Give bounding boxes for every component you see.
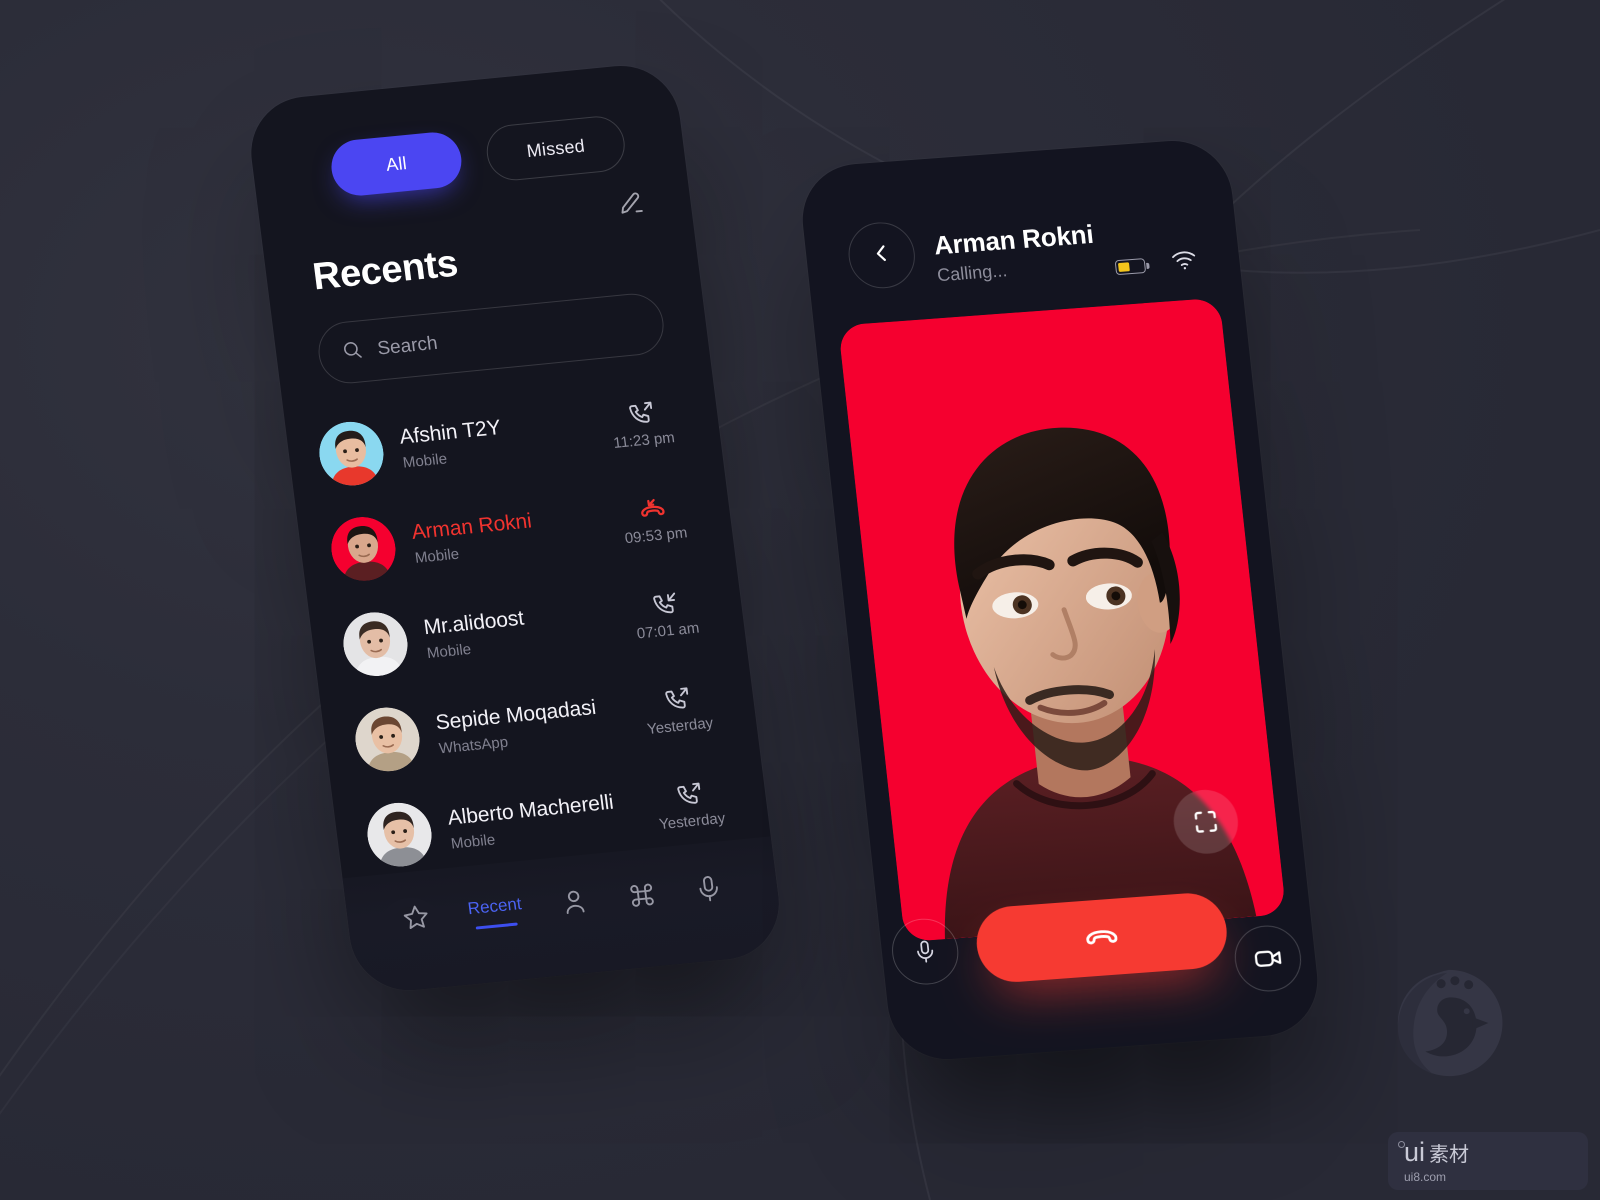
video-camera-button[interactable] <box>1231 923 1305 994</box>
hangup-phone-icon <box>1079 914 1124 962</box>
avatar <box>316 419 388 489</box>
call-direction-icon <box>597 491 708 527</box>
mic-icon <box>692 872 726 910</box>
person-icon <box>557 885 591 923</box>
peacock-logo <box>1390 964 1508 1082</box>
mic-mute-button[interactable] <box>888 916 962 987</box>
badge-dot-icon <box>1398 1141 1405 1148</box>
filter-tab-missed-label: Missed <box>525 135 586 161</box>
tab-voicemail[interactable] <box>692 872 726 910</box>
pencil-edit-icon[interactable] <box>615 189 646 220</box>
star-icon <box>399 901 433 939</box>
call-item-meta: 07:01 am <box>609 587 723 645</box>
call-item-info: Alberto Macherelli Mobile <box>446 789 639 853</box>
filter-tab-all[interactable]: All <box>328 129 465 199</box>
tab-contacts[interactable] <box>557 885 591 923</box>
avatar <box>340 609 412 679</box>
wifi-icon <box>1170 249 1199 276</box>
call-item-info: Afshin T2Y Mobile <box>398 408 591 472</box>
battery-fill <box>1117 261 1130 273</box>
keypad-icon <box>625 878 659 916</box>
search-icon <box>340 338 365 367</box>
call-time: Yesterday <box>658 809 727 834</box>
call-item-info: Sepide Moqadasi WhatsApp <box>434 693 627 757</box>
ui8-watermark-badge: ui 素材 ui8.com <box>1388 1132 1588 1190</box>
avatar <box>328 514 400 584</box>
call-direction-icon <box>621 682 732 718</box>
call-time: Yesterday <box>646 714 715 738</box>
call-item-meta: 09:53 pm <box>597 491 711 549</box>
call-filter-segments: All Missed <box>328 113 628 199</box>
tab-recent-label: Recent <box>466 893 523 918</box>
call-item-meta: Yesterday <box>621 682 735 740</box>
call-item-meta: 11:23 pm <box>585 396 699 454</box>
ui8-domain: ui8.com <box>1404 1169 1447 1184</box>
call-direction-icon <box>585 396 696 432</box>
avatar <box>352 705 424 775</box>
tab-favorites[interactable] <box>399 901 433 939</box>
page-title: Recents <box>310 242 461 299</box>
call-item-info: Arman Rokni Mobile <box>410 503 603 566</box>
battery-low-icon <box>1114 258 1147 276</box>
tab-active-underline <box>475 921 519 930</box>
ui8-brand-cn: 素材 <box>1429 1143 1470 1166</box>
video-call-preview <box>838 297 1287 943</box>
end-call-button[interactable] <box>972 890 1231 985</box>
chevron-left-icon <box>868 240 895 271</box>
search-placeholder: Search <box>376 332 439 360</box>
call-item-meta: Yesterday <box>633 777 747 835</box>
avatar <box>364 800 436 870</box>
call-time: 11:23 pm <box>612 429 676 452</box>
call-item-info: Mr.alidoost Mobile <box>422 598 615 662</box>
status-bar-icons <box>1114 249 1199 280</box>
filter-tab-missed[interactable]: Missed <box>483 113 628 183</box>
back-button[interactable] <box>845 220 919 291</box>
call-time: 07:01 am <box>635 619 701 643</box>
ui8-brand: ui <box>1404 1136 1426 1167</box>
tab-recent[interactable]: Recent <box>467 894 525 930</box>
call-time: 09:53 pm <box>623 524 689 548</box>
search-input[interactable]: Search <box>314 290 668 387</box>
filter-tab-all-label: All <box>384 152 408 175</box>
call-direction-icon <box>609 587 720 623</box>
call-direction-icon <box>633 777 744 813</box>
tab-keypad[interactable] <box>625 878 659 916</box>
call-header: Arman Rokni Calling... <box>932 219 1097 286</box>
